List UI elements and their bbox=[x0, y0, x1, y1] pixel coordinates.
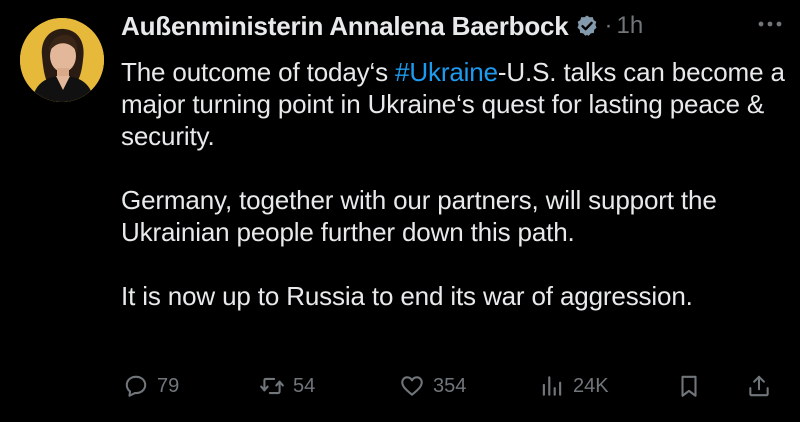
post-paragraph-3: It is now up to Russia to end its war of… bbox=[121, 281, 693, 311]
post-timestamp[interactable]: 1h bbox=[617, 12, 644, 40]
share-button[interactable] bbox=[746, 368, 772, 404]
post-card[interactable]: Außenministerin Annalena Baerbock · 1h T… bbox=[0, 0, 800, 422]
reply-icon bbox=[123, 373, 149, 399]
views-count: 24K bbox=[573, 374, 609, 397]
avatar[interactable] bbox=[20, 18, 104, 102]
views-chart-icon bbox=[539, 373, 565, 399]
reply-count: 79 bbox=[157, 374, 180, 397]
avatar-portrait-icon bbox=[20, 18, 104, 102]
post-header: Außenministerin Annalena Baerbock · 1h bbox=[121, 10, 791, 42]
views-button[interactable]: 24K bbox=[539, 368, 609, 404]
post-paragraph-1: The outcome of today‘s #Ukraine-U.S. tal… bbox=[121, 56, 791, 152]
repost-button[interactable]: 54 bbox=[259, 368, 315, 404]
repost-count: 54 bbox=[293, 374, 316, 397]
like-button[interactable]: 354 bbox=[399, 368, 466, 404]
reply-button[interactable]: 79 bbox=[123, 368, 179, 404]
post-paragraph-2: Germany, together with our partners, wil… bbox=[121, 185, 717, 247]
paragraph-text: The outcome of today‘s bbox=[121, 57, 396, 87]
verified-badge-icon[interactable] bbox=[575, 14, 599, 38]
repost-icon bbox=[259, 373, 285, 399]
author-name[interactable]: Außenministerin Annalena Baerbock bbox=[121, 11, 569, 42]
share-icon bbox=[746, 373, 772, 399]
heart-icon bbox=[399, 373, 425, 399]
hashtag-link[interactable]: #Ukraine bbox=[395, 57, 498, 87]
action-bar: 79 54 354 24K bbox=[121, 368, 781, 404]
more-horizontal-icon[interactable] bbox=[755, 12, 785, 36]
header-separator: · bbox=[604, 12, 613, 39]
bookmark-icon bbox=[676, 373, 702, 399]
post-text: The outcome of today‘s #Ukraine-U.S. tal… bbox=[121, 56, 791, 312]
like-count: 354 bbox=[433, 374, 467, 397]
post-content: Außenministerin Annalena Baerbock · 1h T… bbox=[121, 10, 791, 312]
bookmark-button[interactable] bbox=[676, 368, 702, 404]
